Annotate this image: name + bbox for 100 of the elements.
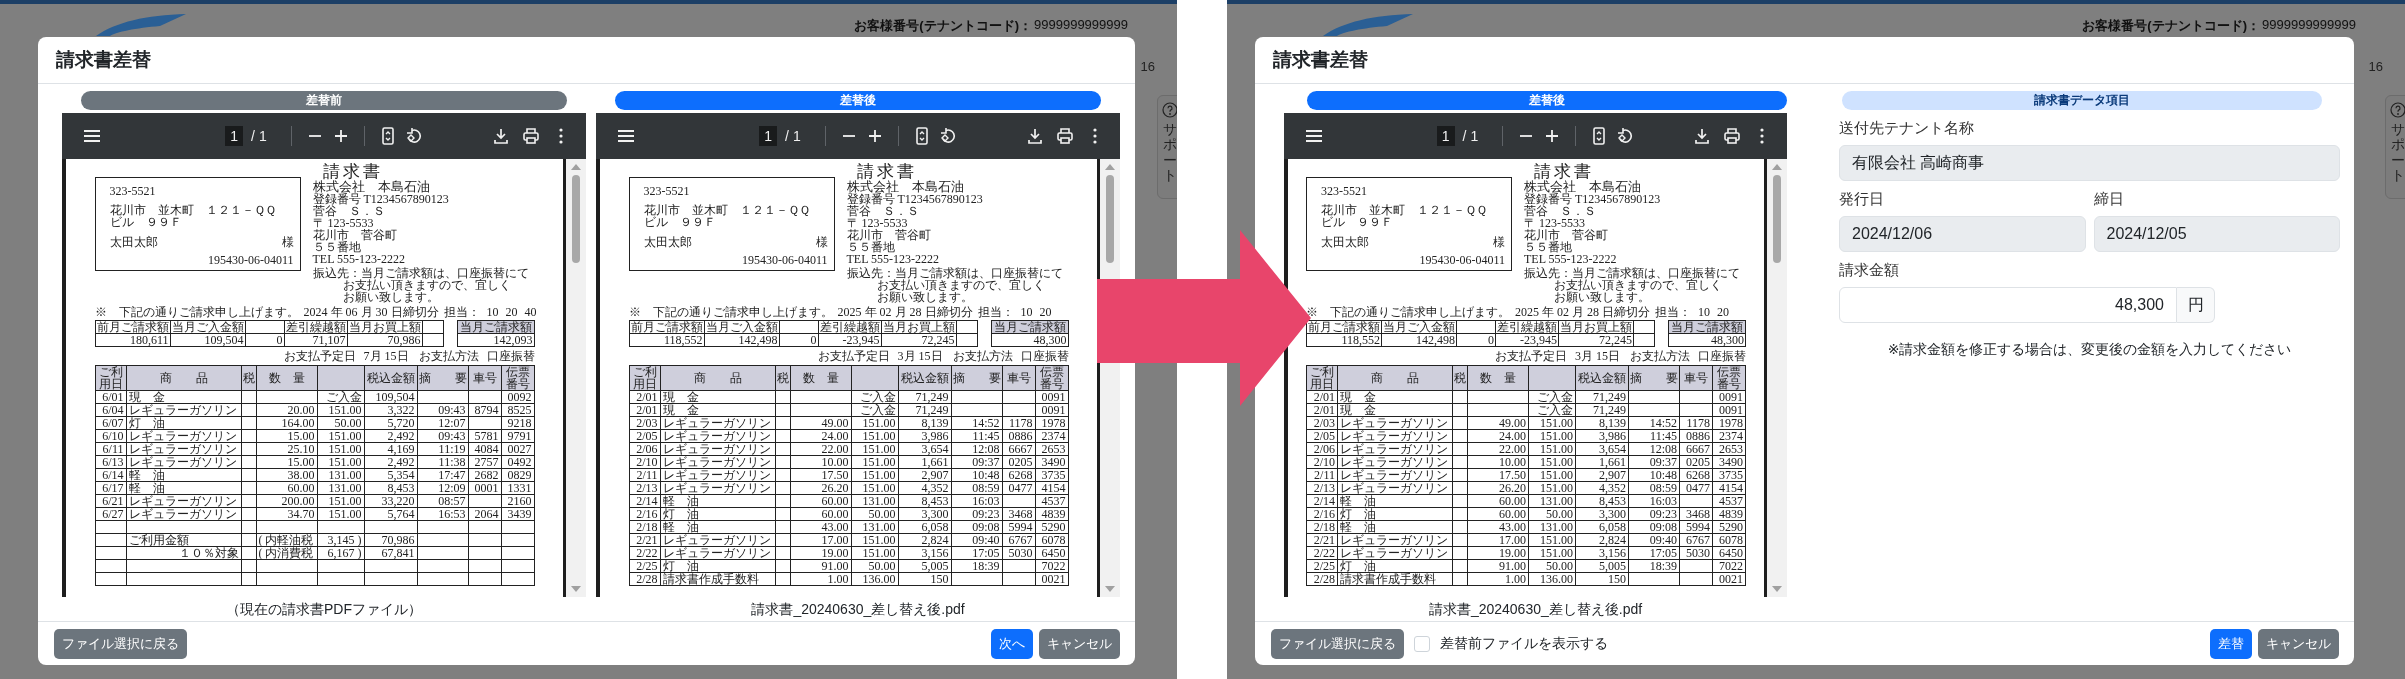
staff-code: 20 xyxy=(505,306,518,318)
table-cell: ご利用金額 xyxy=(126,533,241,547)
table-cell: レギュラーガソリン xyxy=(660,455,775,469)
issuer-line: 花川市 菅谷町 xyxy=(1524,229,1609,241)
help-icon[interactable] xyxy=(1162,102,1177,118)
table-cell: 現 金 xyxy=(660,390,775,404)
cancel-button[interactable]: キャンセル xyxy=(1039,628,1120,659)
table-cell: レギュラーガソリン xyxy=(660,442,775,456)
checkbox-label[interactable]: 差替前ファイルを表示する xyxy=(1440,634,1608,653)
table-cell: 11:45 xyxy=(1628,429,1680,443)
download-icon[interactable] xyxy=(492,127,510,145)
menu-icon[interactable] xyxy=(616,127,634,145)
table-cell: 9218 xyxy=(501,416,534,430)
column-header: 当月お買上額 xyxy=(881,320,956,334)
back-button[interactable]: ファイル選択に戻る xyxy=(54,628,187,659)
table-cell: 1178 xyxy=(1679,416,1713,430)
table-cell: 軽 油 xyxy=(660,494,775,508)
table-cell: 3,145 ) xyxy=(317,533,364,547)
table-cell: 71,249 xyxy=(898,390,951,404)
amount-field[interactable]: 48,300 xyxy=(1839,287,2177,323)
table-cell: 0205 xyxy=(1679,455,1713,469)
table-cell: 142,093 xyxy=(457,333,534,347)
print-icon[interactable] xyxy=(522,127,540,145)
document-title: 請求書 xyxy=(1534,163,1594,180)
table-cell: レギュラーガソリン xyxy=(1337,468,1453,482)
rotate-icon[interactable] xyxy=(404,127,423,145)
customer-number: 9999999999999 xyxy=(1034,17,1128,34)
table-cell: 71,249 xyxy=(898,403,951,417)
help-icon[interactable] xyxy=(2390,102,2405,118)
input-field[interactable]: 有限会社 高崎商事 xyxy=(1839,145,2340,181)
primary-button[interactable]: 差替 xyxy=(2210,628,2252,659)
column-header: 摘 要 xyxy=(1628,365,1680,391)
table-cell: 灯 油 xyxy=(660,507,775,521)
file-caption: 請求書_20240630_差し替え後.pdf xyxy=(1427,600,1644,619)
input-field[interactable]: 2024/12/05 xyxy=(2093,216,2340,252)
note-line: お支払い頂きますので、宜しく xyxy=(342,279,512,291)
address-line: ビル ９９Ｆ xyxy=(109,216,182,228)
checkbox[interactable] xyxy=(1414,635,1430,652)
table-cell: 11:45 xyxy=(951,429,1002,443)
table-cell: 151.00 xyxy=(851,442,898,456)
page-number-field[interactable]: 1 xyxy=(759,126,778,146)
table-cell: 43.00 xyxy=(1467,520,1529,534)
primary-button[interactable]: 次へ xyxy=(991,628,1033,659)
lead-text: ※ 下記の通りご請求申し上げます。 xyxy=(1306,306,1510,318)
table-cell: 6450 xyxy=(1712,546,1746,560)
table-cell: ( 内消費税 xyxy=(256,546,317,560)
menu-icon[interactable] xyxy=(1304,127,1322,145)
scroll-thumb[interactable] xyxy=(572,175,580,263)
input-field[interactable]: 2024/12/06 xyxy=(1839,216,2086,252)
due-label: お支払予定日 xyxy=(817,350,890,362)
page-number-field[interactable]: 1 xyxy=(1436,126,1455,146)
table-cell: 灯 油 xyxy=(660,559,775,573)
table-cell: 50.00 xyxy=(851,507,898,521)
table-cell: レギュラーガソリン xyxy=(660,481,775,495)
print-icon[interactable] xyxy=(1723,127,1741,145)
table-cell: 2/01 xyxy=(629,403,660,417)
table-cell: 26.20 xyxy=(790,481,851,495)
table-cell: 09:08 xyxy=(951,520,1002,534)
dialog-title: 請求書差替 xyxy=(56,48,151,72)
download-icon[interactable] xyxy=(1026,127,1044,145)
table-cell: 6767 xyxy=(1679,533,1713,547)
download-icon[interactable] xyxy=(1693,127,1711,145)
staff-code: 20 xyxy=(1039,306,1052,318)
table-cell: 2/03 xyxy=(629,416,660,430)
note-line: お願い致します。 xyxy=(341,291,440,303)
table-cell: レギュラーガソリン xyxy=(1337,455,1453,469)
table-cell: ( 内軽油税 xyxy=(256,533,317,547)
column-header: 前月ご請求額 xyxy=(629,320,704,334)
table-cell: レギュラーガソリン xyxy=(126,403,241,417)
scroll-thumb[interactable] xyxy=(1106,175,1114,263)
table-cell: 17.00 xyxy=(1467,533,1529,547)
page-number-field[interactable]: 1 xyxy=(225,126,244,146)
dialog-title: 請求書差替 xyxy=(1273,48,1368,72)
issuer-line: ５５番地 xyxy=(846,241,895,253)
table-cell: 6667 xyxy=(1679,442,1713,456)
column-header: 当月ご入金額 xyxy=(704,320,779,334)
table-cell: 131.00 xyxy=(1528,494,1576,508)
unit-label: 円 xyxy=(2177,287,2215,323)
cancel-button[interactable]: キャンセル xyxy=(2258,628,2339,659)
table-cell: １０％対象 xyxy=(126,546,241,560)
table-cell: 2/10 xyxy=(1306,455,1338,469)
table-cell: 5,354 xyxy=(364,468,417,482)
table-cell: ご入金 xyxy=(1528,390,1576,404)
customer-label: お客様番号(テナントコード)： xyxy=(2082,17,2260,35)
back-button[interactable]: ファイル選択に戻る xyxy=(1271,628,1404,659)
table-cell: 09:40 xyxy=(951,533,1002,547)
note-line: 振込先：当月ご請求額は、口座振替にて xyxy=(846,267,1063,279)
menu-icon[interactable] xyxy=(82,127,100,145)
scroll-thumb[interactable] xyxy=(1773,175,1781,263)
table-cell: 0 xyxy=(245,333,284,347)
rotate-icon[interactable] xyxy=(1616,127,1635,145)
scrollbar[interactable] xyxy=(566,159,586,597)
print-icon[interactable] xyxy=(1056,127,1074,145)
rotate-icon[interactable] xyxy=(938,127,957,145)
column-header: 当月ご請求額 xyxy=(1668,320,1746,334)
table-cell: 3,156 xyxy=(898,546,951,560)
table-cell: 8,139 xyxy=(898,416,951,430)
table-cell: 6,167 ) xyxy=(317,546,364,560)
scrollbar[interactable] xyxy=(1767,159,1787,597)
table-cell: 6,058 xyxy=(1575,520,1629,534)
